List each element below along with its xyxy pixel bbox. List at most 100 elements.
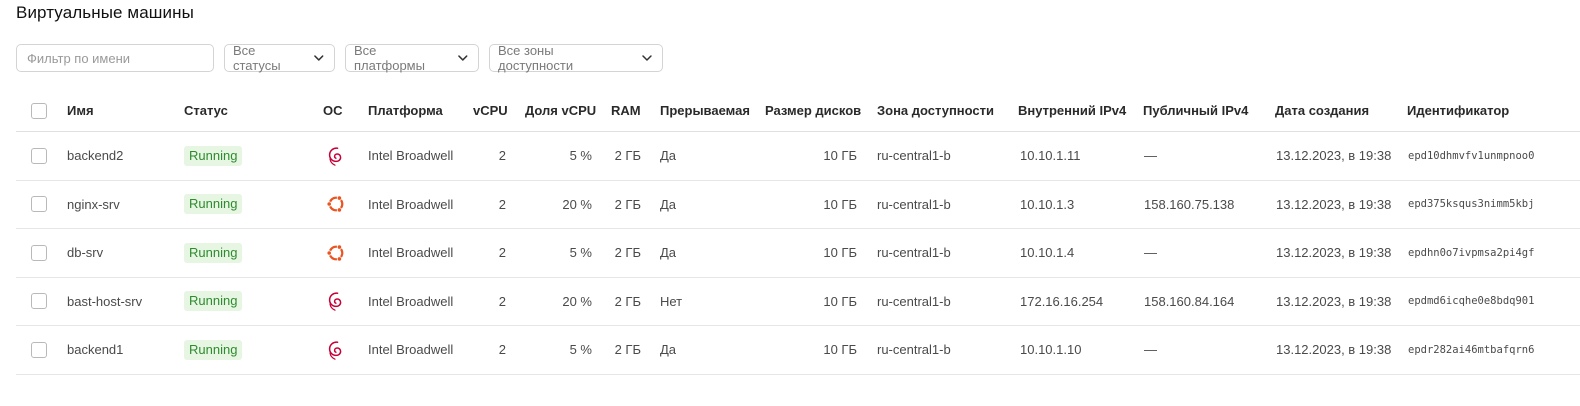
id-cell[interactable]: epdmd6icqhe0e8bdq901 (1408, 278, 1534, 326)
ram-cell: 2 ГБ (614, 293, 641, 309)
vm-name[interactable]: nginx-srv (67, 181, 120, 229)
vcpu-cell: 2 (498, 148, 506, 164)
zone-filter-label: Все зоны доступности (498, 43, 574, 73)
status-filter-select[interactable]: Все статусы (224, 43, 335, 73)
vcpu-share-cell: 5 % (569, 342, 592, 358)
ram-cell: 2 ГБ (614, 342, 641, 358)
vcpu-share-cell: 5 % (569, 245, 592, 261)
vcpu-share-cell: 20 % (562, 196, 592, 212)
platform-cell: Intel Broadwell (368, 148, 454, 164)
vm-name[interactable]: db-srv (67, 229, 103, 277)
name-filter-input[interactable] (16, 44, 214, 72)
ram-cell: 2 ГБ (614, 196, 641, 212)
ram-cell: 2 ГБ (614, 245, 641, 261)
platform-filter-label: Все платформы (354, 43, 425, 73)
column-header-internal-ip[interactable]: Внутренний IPv4 (1018, 90, 1126, 131)
created-cell: 13.12.2023, в 19:38 (1276, 342, 1392, 358)
row-checkbox[interactable] (31, 244, 47, 261)
internal-ip-cell: 10.10.1.11 (1020, 148, 1081, 164)
platform-cell: Intel Broadwell (368, 245, 454, 261)
created-cell: 13.12.2023, в 19:38 (1276, 245, 1392, 261)
zone-filter-select[interactable]: Все зоны доступности (489, 43, 663, 73)
status-badge: Running (184, 242, 243, 263)
row-checkbox[interactable] (31, 293, 47, 310)
page-title: Виртуальные машины (16, 3, 194, 22)
chevron-down-icon (314, 55, 324, 61)
vcpu-cell: 2 (498, 196, 506, 212)
vm-name[interactable]: backend2 (67, 132, 123, 180)
internal-ip-cell: 10.10.1.4 (1020, 245, 1075, 261)
created-cell: 13.12.2023, в 19:38 (1276, 293, 1392, 309)
id-cell[interactable]: epd10dhmvfv1unmpnoo0 (1408, 132, 1534, 180)
column-header-name[interactable]: Имя (67, 90, 94, 131)
column-header-status[interactable]: Статус (184, 90, 228, 131)
row-checkbox[interactable] (31, 341, 47, 358)
column-header-preemptible[interactable]: Прерываемая (660, 90, 750, 131)
column-header-zone[interactable]: Зона доступности (877, 90, 994, 131)
os-cell (324, 132, 348, 180)
platform-filter-select[interactable]: Все платформы (345, 43, 479, 73)
table-row[interactable]: nginx-srv Running Intel Broadwell 2 20 % 2 ГБ… (16, 181, 1580, 229)
preemptible-cell: Да (660, 196, 677, 212)
column-header-ram[interactable]: RAM (611, 90, 641, 131)
select-all-checkbox[interactable] (31, 102, 47, 119)
column-header-platform[interactable]: Платформа (368, 90, 443, 131)
filter-bar: Все статусы Все платформы Все зоны досту… (16, 43, 663, 73)
column-header-vcpu[interactable]: vCPU (473, 90, 508, 131)
row-select-cell (31, 181, 49, 229)
status-cell: Running (184, 229, 243, 277)
status-cell: Running (184, 326, 243, 374)
disk-size-cell: 10 ГБ (823, 148, 857, 164)
platform-cell: Intel Broadwell (368, 196, 454, 212)
column-header-public-ip[interactable]: Публичный IPv4 (1143, 90, 1248, 131)
column-header-id[interactable]: Идентификатор (1407, 90, 1509, 131)
row-select-cell (31, 326, 49, 374)
zone-cell: ru-central1-b (877, 293, 951, 309)
os-cell (324, 181, 348, 229)
table-row[interactable]: db-srv Running Intel Broadwell 2 5 % 2 ГБ Да 10… (16, 229, 1580, 278)
vcpu-cell: 2 (498, 293, 506, 309)
column-header-os[interactable]: ОС (323, 90, 343, 131)
table-row[interactable]: bast-host-srv Running Intel Broadwell 2 20 %… (16, 278, 1580, 326)
public-ip-cell: — (1144, 245, 1157, 261)
disk-size-cell: 10 ГБ (823, 342, 857, 358)
row-select-cell (31, 132, 49, 180)
vcpu-cell: 2 (498, 245, 506, 261)
id-cell[interactable]: epdr282ai46mtbafqrn6 (1408, 326, 1534, 374)
table-body: backend2 Running Intel Broadwell 2 5 % 2 ГБ Да… (16, 132, 1580, 375)
ubuntu-icon (326, 195, 344, 213)
public-ip-cell: 158.160.75.138 (1144, 196, 1235, 212)
ubuntu-icon (326, 244, 344, 262)
public-ip-cell: — (1144, 342, 1157, 358)
table-header-row: Имя Статус ОС Платформа vCPU Доля vCPU R… (16, 90, 1580, 132)
id-cell[interactable]: epd375ksqus3nimm5kbj (1408, 181, 1534, 229)
status-cell: Running (184, 132, 243, 180)
platform-cell: Intel Broadwell (368, 342, 454, 358)
platform-cell: Intel Broadwell (368, 293, 454, 309)
debian-icon (328, 292, 342, 312)
internal-ip-cell: 172.16.16.254 (1020, 293, 1104, 309)
zone-cell: ru-central1-b (877, 342, 951, 358)
status-badge: Running (184, 291, 243, 312)
preemptible-cell: Да (660, 342, 677, 358)
status-badge: Running (184, 339, 243, 360)
status-filter-label: Все статусы (233, 43, 281, 73)
column-header-created[interactable]: Дата создания (1275, 90, 1369, 131)
column-header-vcpu-share[interactable]: Доля vCPU (525, 90, 596, 131)
status-cell: Running (184, 278, 243, 326)
zone-cell: ru-central1-b (877, 148, 951, 164)
column-header-disk-size[interactable]: Размер дисков (765, 90, 861, 131)
vm-name[interactable]: bast-host-srv (67, 278, 142, 326)
disk-size-cell: 10 ГБ (823, 196, 857, 212)
table-row[interactable]: backend2 Running Intel Broadwell 2 5 % 2 ГБ Да… (16, 132, 1580, 181)
id-cell[interactable]: epdhn0o7ivpmsa2pi4gf (1408, 229, 1534, 277)
internal-ip-cell: 10.10.1.3 (1020, 196, 1075, 212)
os-cell (324, 326, 348, 374)
status-cell: Running (184, 181, 243, 229)
row-checkbox[interactable] (31, 147, 47, 164)
zone-cell: ru-central1-b (877, 245, 951, 261)
row-select-cell (31, 229, 49, 277)
vm-name[interactable]: backend1 (67, 326, 123, 374)
table-row[interactable]: backend1 Running Intel Broadwell 2 5 % 2 ГБ Да… (16, 326, 1580, 375)
row-checkbox[interactable] (31, 196, 47, 213)
